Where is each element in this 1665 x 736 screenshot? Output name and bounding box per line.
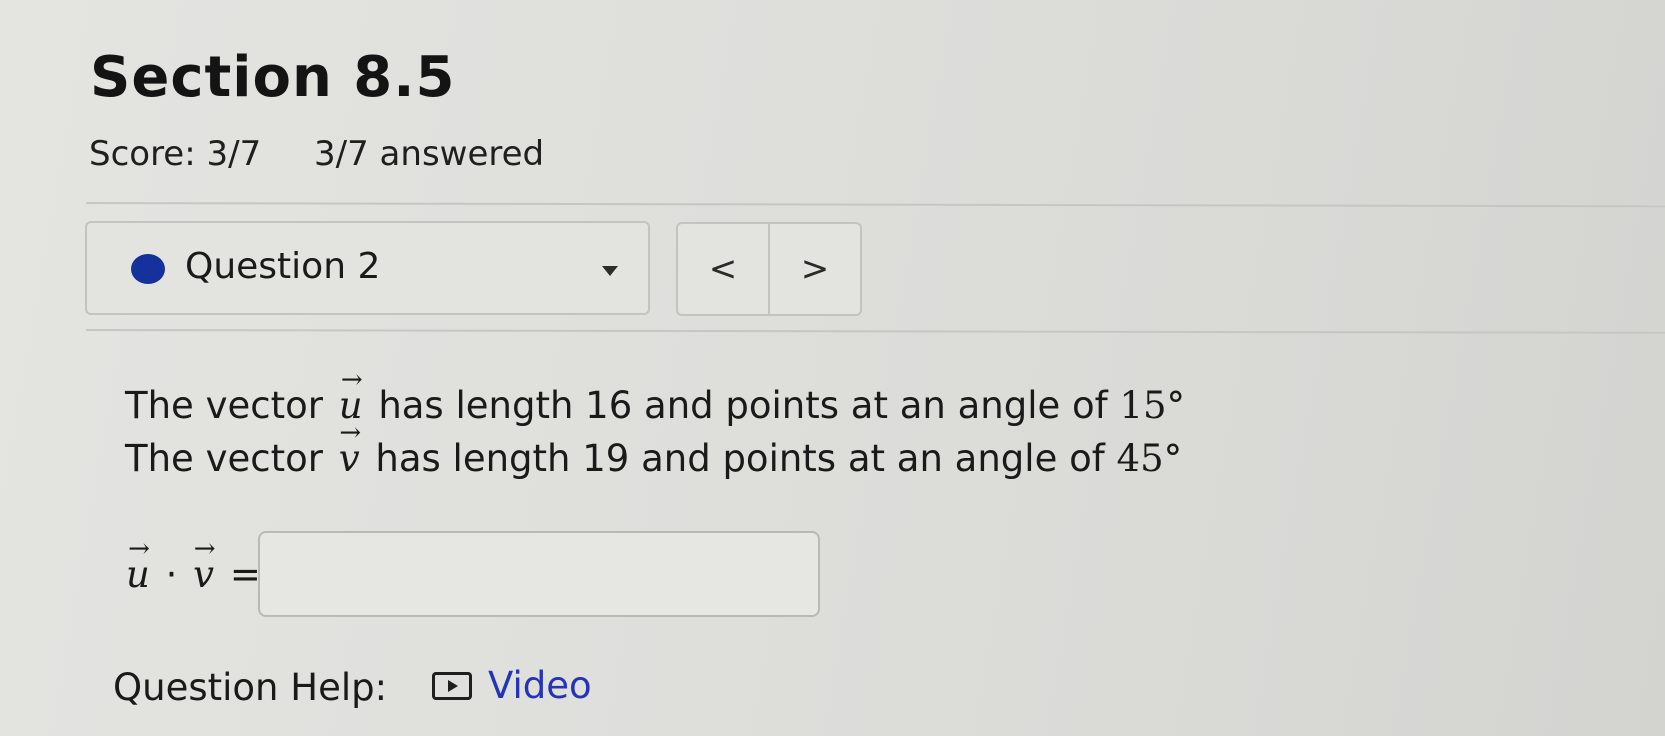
divider-top xyxy=(85,202,1665,208)
angle-u: 15° xyxy=(1119,384,1186,427)
question-label: Question 2 xyxy=(185,246,381,287)
problem-line-1-text: has length 16 and points at an angle of xyxy=(378,384,1108,427)
problem-line-2: The vector v has length 19 and points at… xyxy=(125,440,1182,477)
video-help-link[interactable]: Video xyxy=(432,664,592,707)
problem-line-1-prefix: The vector xyxy=(125,384,323,427)
dot-operator: · xyxy=(165,553,178,596)
page-title: Section 8.5 xyxy=(90,45,456,110)
problem-line-2-prefix: The vector xyxy=(125,437,323,480)
answer-prompt: u · v = xyxy=(122,556,261,593)
chevron-down-icon xyxy=(602,266,618,276)
dot-product-answer-input[interactable] xyxy=(258,531,820,617)
question-dropdown[interactable]: Question 2 xyxy=(85,221,650,315)
video-play-icon xyxy=(432,671,472,700)
next-question-button[interactable]: > xyxy=(768,224,860,314)
answer-vector-v: v xyxy=(193,556,214,593)
vector-v-symbol: v xyxy=(339,440,360,477)
previous-question-button[interactable]: < xyxy=(678,224,768,314)
question-help-label: Question Help: xyxy=(113,666,388,709)
equals-sign: = xyxy=(229,553,261,596)
answered-count: 3/7 answered xyxy=(314,134,545,174)
problem-line-2-text: has length 19 and points at an angle of xyxy=(375,437,1105,480)
divider-bottom xyxy=(85,329,1665,334)
video-link-label: Video xyxy=(488,664,592,707)
question-status-dot xyxy=(131,254,165,284)
question-nav: < > xyxy=(676,222,862,316)
problem-line-1: The vector u has length 16 and points at… xyxy=(125,387,1185,424)
answer-vector-u: u xyxy=(126,556,150,593)
angle-v: 45° xyxy=(1116,437,1183,480)
score-text: Score: 3/7 xyxy=(89,134,262,174)
score-row: Score: 3/7 3/7 answered xyxy=(89,137,586,171)
